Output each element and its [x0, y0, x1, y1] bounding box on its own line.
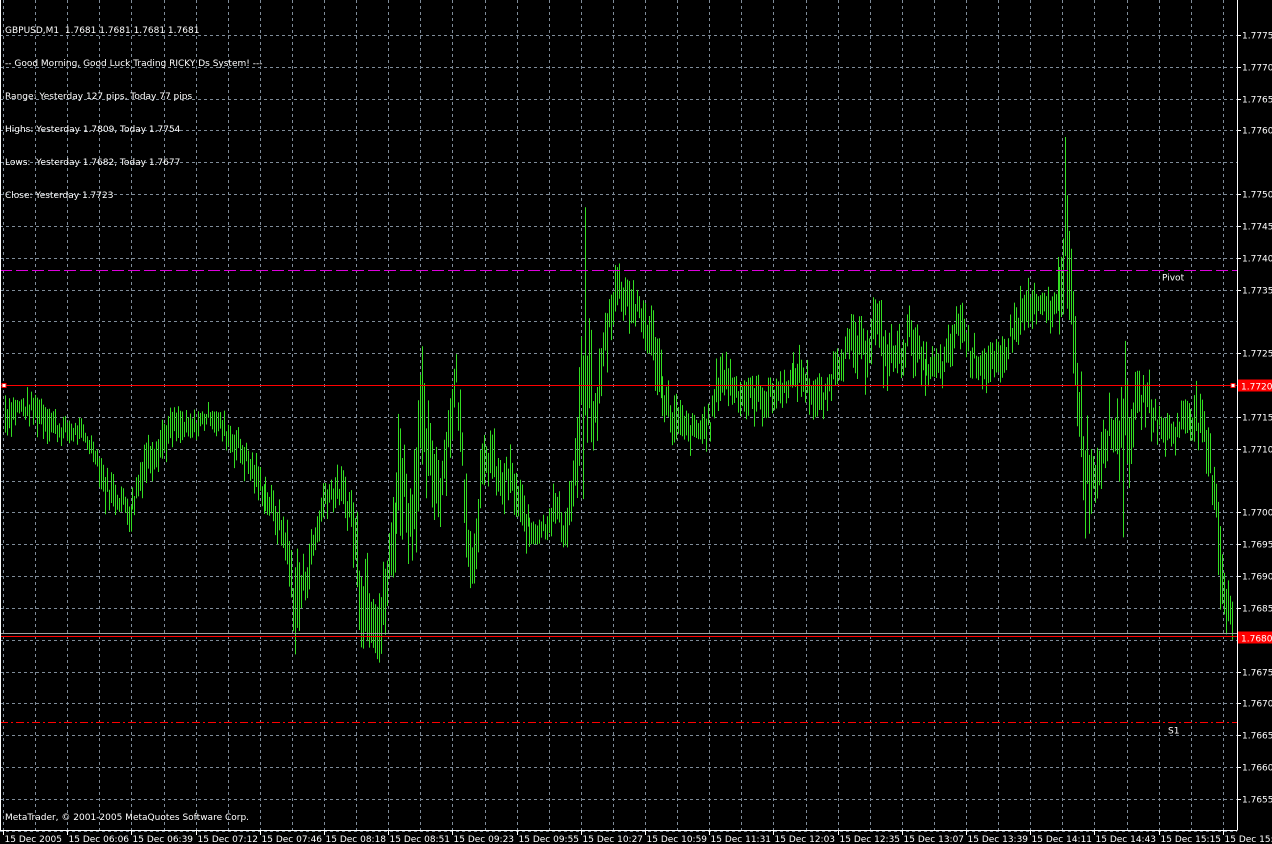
- price-tick-label: 1.7675: [1242, 669, 1272, 679]
- time-tick-label: 15 Dec 06:06: [69, 835, 130, 844]
- price-tick-label: 1.7710: [1242, 446, 1272, 456]
- price-tick-label: 1.7690: [1242, 573, 1272, 583]
- time-tick-label: 15 Dec 09:55: [519, 835, 580, 844]
- horizontal-line-price-label: 1.7720: [1241, 383, 1272, 393]
- lows-text: Lows: Yesterday 1.7682, Today 1.7677: [5, 158, 181, 168]
- time-tick-label: 15 Dec 10:27: [583, 835, 644, 844]
- price-tick-label: 1.7665: [1242, 732, 1272, 742]
- time-tick-label: 15 Dec 09:23: [454, 835, 515, 844]
- s1-label: S1: [1168, 727, 1179, 737]
- time-tick-label: 15 Dec 2005: [5, 835, 63, 844]
- close-text: Close: Yesterday 1.7723: [5, 191, 114, 201]
- price-tick-label: 1.7670: [1242, 700, 1272, 710]
- time-tick-label: 15 Dec 14:11: [1032, 835, 1093, 844]
- time-tick-label: 15 Dec 15:15: [1161, 835, 1222, 844]
- time-tick-label: 15 Dec 07:12: [198, 835, 259, 844]
- price-tick-label: 1.7725: [1242, 350, 1272, 360]
- price-tick-label: 1.7740: [1242, 255, 1272, 265]
- pivot-label: Pivot: [1162, 274, 1185, 284]
- price-tick-label: 1.7745: [1242, 223, 1272, 233]
- time-tick-label: 15 Dec 14:43: [1096, 835, 1157, 844]
- price-tick-label: 1.7765: [1242, 96, 1272, 106]
- price-tick-label: 1.7770: [1242, 64, 1272, 74]
- range-text: Range: Yesterday 127 pips, Today 77 pips: [5, 92, 193, 102]
- time-tick-label: 15 Dec 07:46: [262, 835, 323, 844]
- time-tick-label: 15 Dec 12:03: [775, 835, 836, 844]
- price-bars: [5, 137, 1233, 663]
- time-tick-label: 15 Dec 11:31: [711, 835, 772, 844]
- copyright-text: MetaTrader, © 2001-2005 MetaQuotes Softw…: [5, 813, 250, 823]
- price-tick-label: 1.7655: [1242, 796, 1272, 806]
- highs-text: Highs: Yesterday 1.7809, Today 1.7754: [5, 125, 181, 135]
- price-tick-label: 1.7760: [1242, 127, 1272, 137]
- greeting-text: -- Good Morning, Good Luck Trading RICKY…: [5, 59, 263, 69]
- time-tick-label: 15 Dec 15:47: [1225, 835, 1272, 844]
- price-tick-label: 1.7695: [1242, 541, 1272, 551]
- time-tick-label: 15 Dec 10:59: [647, 835, 708, 844]
- current-price-label: 1.7680: [1241, 635, 1272, 645]
- symbol-header: GBPUSD,M1 1.7681 1.7681 1.7681 1.7681: [5, 26, 200, 36]
- time-tick-label: 15 Dec 13:39: [968, 835, 1029, 844]
- level-lines: Pivot S1 1.7720 1.7680: [0, 270, 1272, 737]
- price-tick-label: 1.7685: [1242, 605, 1272, 615]
- price-tick-label: 1.7660: [1242, 764, 1272, 774]
- price-tick-label: 1.7700: [1242, 509, 1272, 519]
- price-tick-label: 1.7735: [1242, 287, 1272, 297]
- time-tick-label: 15 Dec 08:18: [326, 835, 387, 844]
- time-tick-label: 15 Dec 06:39: [133, 835, 194, 844]
- time-tick-label: 15 Dec 13:07: [904, 835, 965, 844]
- chart-info: GBPUSD,M1 1.7681 1.7681 1.7681 1.7681 --…: [5, 4, 262, 213]
- price-tick-label: 1.7750: [1242, 191, 1272, 201]
- price-tick-label: 1.7715: [1242, 414, 1272, 424]
- line-handle-right[interactable]: [1230, 383, 1236, 388]
- line-handle-left[interactable]: [1, 383, 7, 388]
- time-tick-label: 15 Dec 08:51: [390, 835, 451, 844]
- price-tick-label: 1.7775: [1242, 32, 1272, 42]
- time-tick-label: 15 Dec 12:35: [840, 835, 901, 844]
